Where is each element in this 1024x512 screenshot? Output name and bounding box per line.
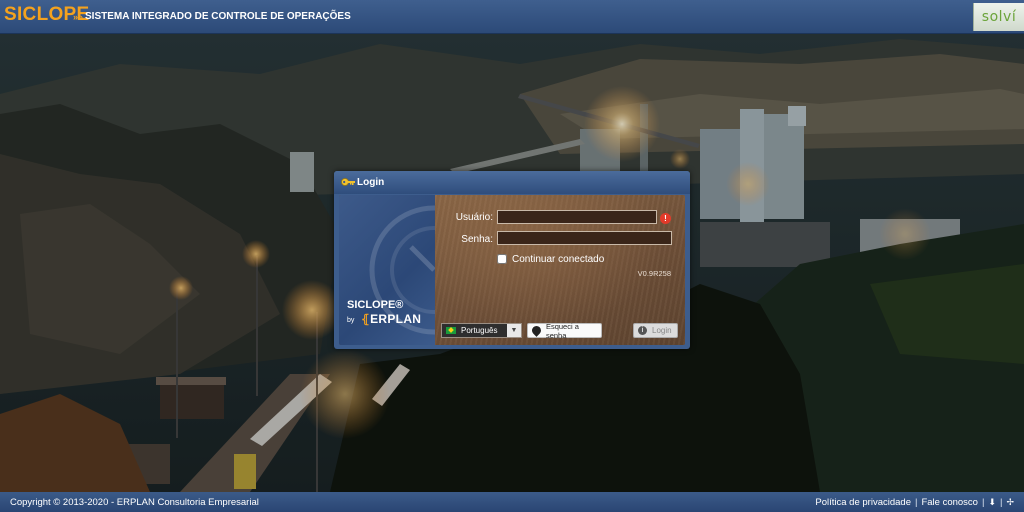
- chevron-down-icon[interactable]: ▼: [507, 324, 521, 337]
- footer-bar: Copyright © 2013-2020 - ERPLAN Consultor…: [0, 492, 1024, 512]
- language-select[interactable]: Português ▼: [441, 323, 522, 338]
- login-dialog-header: Login: [334, 171, 690, 194]
- brand-separator: »»: [73, 12, 84, 22]
- footer-links: Política de privacidade | Fale conosco |…: [815, 497, 1014, 508]
- map-pin-icon: [530, 324, 543, 337]
- username-input[interactable]: [497, 210, 657, 224]
- privacy-policy-link[interactable]: Política de privacidade: [815, 497, 911, 508]
- login-button[interactable]: i Login: [633, 323, 678, 338]
- password-label: Senha:: [461, 234, 493, 245]
- login-dialog: Login SICLOPE® by ⦃ERPLAN Usuário: ! Sen…: [334, 171, 690, 349]
- forgot-password-button[interactable]: Esqueci a senha: [527, 321, 602, 340]
- remember-me-checkbox[interactable]: [497, 254, 507, 264]
- warning-icon: !: [660, 213, 671, 224]
- panel-product-name: SICLOPE®: [347, 299, 404, 311]
- footer-separator: |: [914, 497, 918, 508]
- login-body: SICLOPE® by ⦃ERPLAN Usuário: ! Senha: Co…: [339, 195, 685, 345]
- remember-me-label: Continuar conectado: [512, 254, 605, 265]
- contact-link[interactable]: Fale conosco: [921, 497, 978, 508]
- solvi-logo-text: solví: [981, 9, 1017, 25]
- version-label: V0.9R258: [637, 269, 671, 278]
- language-value: Português: [461, 326, 498, 335]
- login-title: Login: [357, 177, 385, 188]
- fullscreen-icon[interactable]: ✢: [1006, 497, 1014, 508]
- footer-separator-2: |: [981, 497, 985, 508]
- top-header-bar: SICLOPE »» SISTEMA INTEGRADO DE CONTROLE…: [0, 0, 1024, 34]
- erplan-brand-panel: SICLOPE® by ⦃ERPLAN: [339, 195, 435, 345]
- login-button-label: Login: [652, 326, 672, 335]
- erplan-logo: ⦃ERPLAN: [361, 312, 422, 326]
- system-name: SISTEMA INTEGRADO DE CONTROLE DE OPERAÇÕ…: [85, 11, 351, 22]
- erplan-logo-text: ERPLAN: [370, 312, 422, 326]
- brazil-flag-icon: [446, 327, 456, 334]
- key-icon: [341, 178, 355, 186]
- login-form: Usuário: ! Senha: Continuar conectado V0…: [435, 195, 685, 345]
- username-label: Usuário:: [455, 212, 493, 223]
- panel-by-text: by: [347, 317, 355, 324]
- solvi-logo: solví: [973, 3, 1024, 31]
- footer-separator-3: |: [999, 497, 1003, 508]
- password-input[interactable]: [497, 231, 672, 245]
- forgot-password-label: Esqueci a senha: [545, 321, 579, 340]
- info-icon: i: [638, 326, 647, 335]
- copyright-text: Copyright © 2013-2020 - ERPLAN Consultor…: [10, 497, 259, 508]
- download-icon[interactable]: ⬇: [988, 497, 996, 508]
